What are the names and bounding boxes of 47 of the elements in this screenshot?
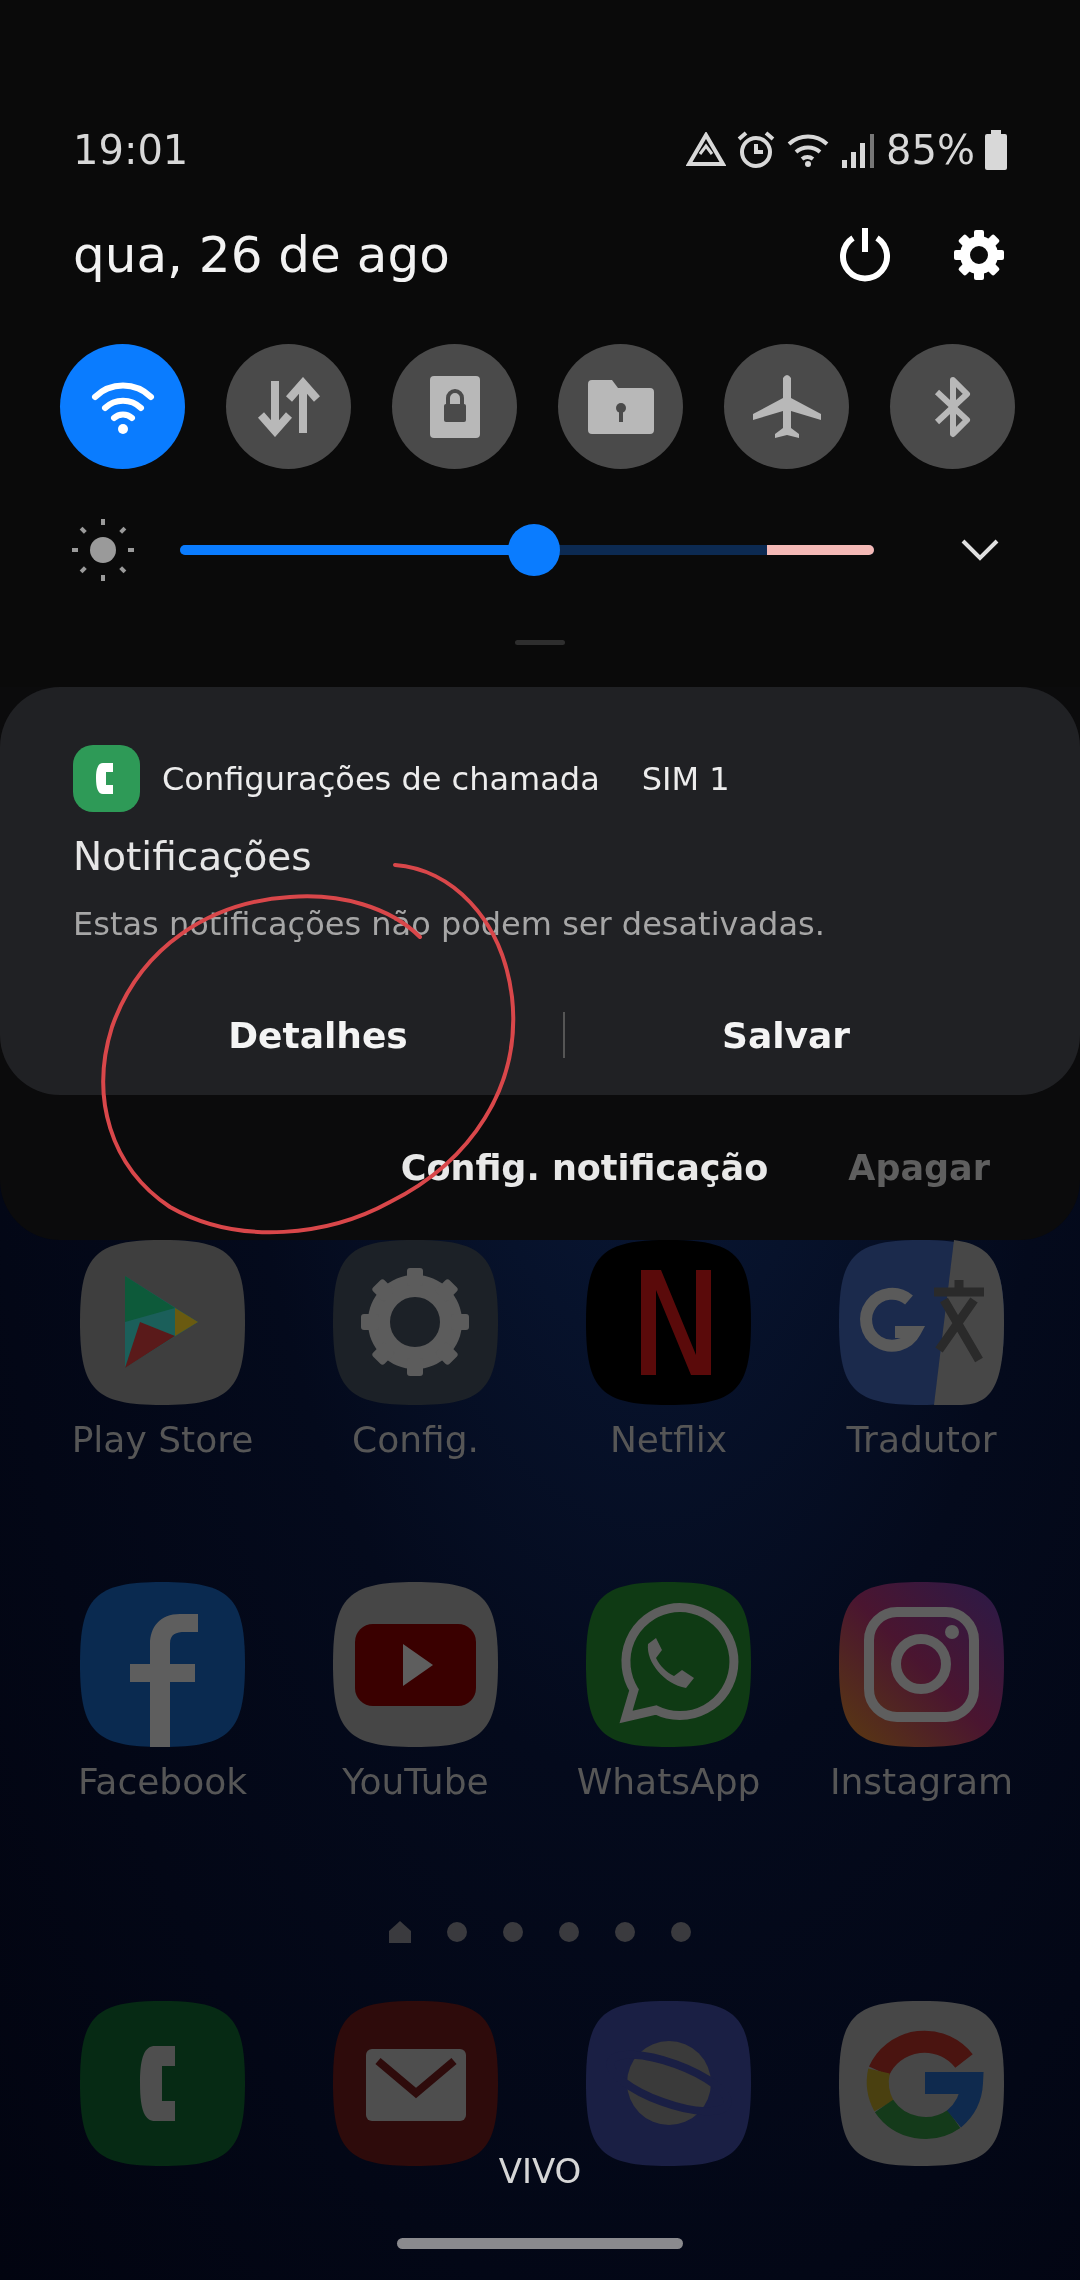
app-label: Config. — [352, 1419, 479, 1460]
app-name: Configurações de chamada — [162, 759, 600, 798]
app-label: YouTube — [342, 1761, 489, 1802]
lock-icon — [429, 375, 480, 438]
app-label: Instagram — [829, 1761, 1014, 1802]
sim-label: SIM 1 — [641, 759, 730, 798]
youtube-icon[interactable] — [333, 1582, 498, 1747]
expand-button[interactable] — [960, 538, 1000, 562]
status-time: 19:01 — [73, 127, 189, 173]
notification-action[interactable]: Detalhes — [73, 1005, 563, 1065]
cell-signal-icon — [842, 132, 877, 168]
settings-button[interactable] — [953, 229, 1005, 281]
airplane-icon — [752, 373, 821, 440]
battery-percent: 85% — [886, 127, 975, 173]
folder-lock-icon — [587, 379, 654, 434]
data-transfer-icon — [256, 376, 321, 437]
brightness-slider[interactable] — [180, 524, 874, 576]
battery-icon — [985, 130, 1007, 170]
home-page-icon — [389, 1921, 411, 1943]
gear-icon[interactable] — [333, 1240, 498, 1405]
page-dot — [559, 1922, 579, 1942]
google-icon[interactable] — [839, 2001, 1004, 2166]
facebook-icon[interactable] — [80, 1582, 245, 1747]
notification-title: Notificações — [73, 834, 313, 879]
page-dot — [671, 1922, 691, 1942]
app-label: Tradutor — [846, 1419, 997, 1460]
page-dot — [503, 1922, 523, 1942]
page-dot — [615, 1922, 635, 1942]
planet-icon[interactable] — [586, 2001, 751, 2166]
phone-icon[interactable] — [80, 2001, 245, 2166]
app-label: Facebook — [77, 1761, 248, 1802]
translate-icon[interactable] — [839, 1240, 1004, 1405]
phone-app-icon — [73, 745, 140, 812]
whatsapp-icon[interactable] — [586, 1582, 751, 1747]
carrier-label: VIVO — [498, 2151, 582, 2191]
app-label: WhatsApp — [576, 1761, 761, 1802]
app-label: Play Store — [71, 1419, 254, 1460]
power-button[interactable] — [837, 226, 893, 284]
camera-icon[interactable] — [839, 1582, 1004, 1747]
email-icon[interactable] — [333, 2001, 498, 2166]
play-store-icon[interactable] — [80, 1240, 245, 1405]
brightness-icon — [72, 519, 134, 581]
alarm-icon — [736, 130, 777, 170]
date-label: qua, 26 de ago — [73, 226, 451, 284]
app-label: Netflix — [609, 1419, 728, 1460]
notification-action[interactable]: Salvar — [565, 1005, 1007, 1065]
page-dot — [447, 1922, 467, 1942]
